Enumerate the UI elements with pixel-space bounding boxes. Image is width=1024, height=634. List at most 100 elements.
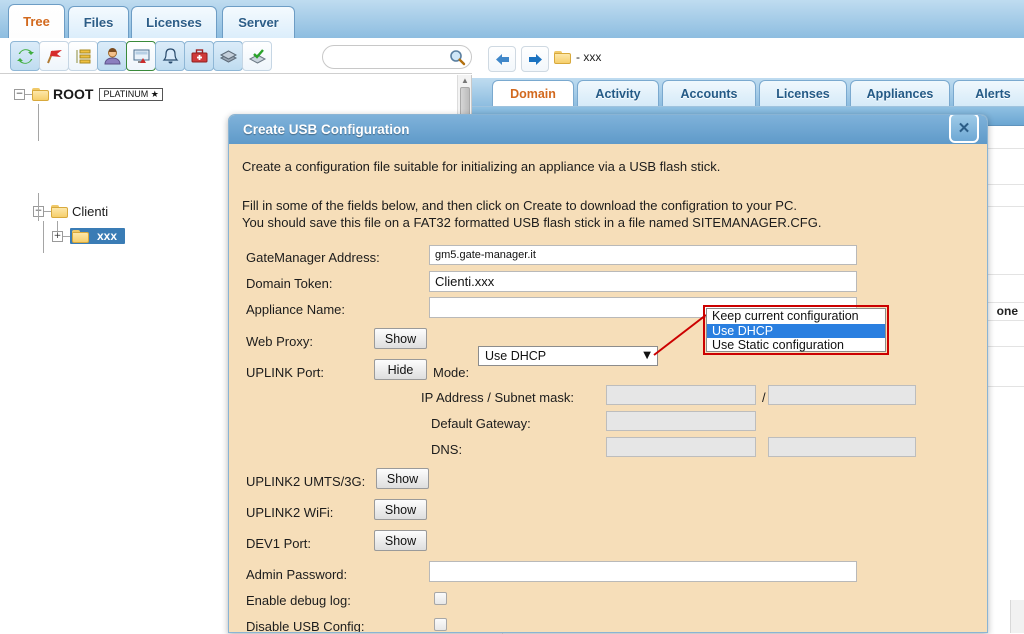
tab-appliances-label: Appliances	[866, 86, 934, 101]
disable-usb-config-checkbox[interactable]	[434, 618, 447, 631]
main-tab-strip: Tree Files Licenses Server	[0, 0, 1024, 38]
mode-dropdown-list[interactable]: Keep current configuration Use DHCP Use …	[706, 308, 886, 352]
main-tab-licenses[interactable]: Licenses	[131, 6, 217, 38]
tree-node-xxx[interactable]: + xxx	[52, 226, 126, 246]
red-flag-icon[interactable]	[39, 41, 69, 71]
admin-password-input[interactable]	[429, 561, 857, 582]
subnet-mask-input[interactable]	[768, 385, 916, 405]
tree-connector-vertical	[43, 221, 44, 253]
search-box[interactable]	[322, 45, 472, 69]
dev1-port-label: DEV1 Port:	[246, 536, 312, 551]
main-tab-server[interactable]: Server	[222, 6, 295, 38]
uplink2-umts-show-button[interactable]: Show	[376, 468, 429, 489]
tree-connector	[44, 210, 51, 212]
default-gateway-label: Default Gateway:	[431, 416, 531, 431]
tab-activity-label: Activity	[595, 86, 641, 101]
dialog-title-bar: Create USB Configuration	[229, 115, 987, 144]
mode-option-use-static[interactable]: Use Static configuration	[707, 338, 885, 353]
tree-node-root-label: ROOT	[53, 86, 94, 102]
ip-address-input[interactable]	[606, 385, 756, 405]
create-usb-configuration-dialog: Create USB Configuration ✕ Create a conf…	[228, 114, 988, 633]
refresh-icon[interactable]	[10, 41, 40, 71]
tree-node-clienti[interactable]: − Clienti	[33, 201, 108, 221]
mode-option-keep-current[interactable]: Keep current configuration	[707, 309, 885, 324]
arrow-right-icon	[528, 53, 542, 65]
chevron-down-icon[interactable]: ▼	[643, 351, 651, 361]
uplink-port-hide-button[interactable]: Hide	[374, 359, 427, 380]
main-tab-tree[interactable]: Tree	[8, 4, 65, 38]
dns-primary-input[interactable]	[606, 437, 756, 457]
nav-forward-button[interactable]	[521, 46, 549, 72]
enable-debug-log-checkbox[interactable]	[434, 592, 447, 605]
briefcase-icon[interactable]	[184, 41, 214, 71]
tab-activity[interactable]: Activity	[577, 80, 659, 106]
tab-accounts-label: Accounts	[680, 86, 738, 101]
uplink2-umts-label: UPLINK2 UMTS/3G:	[246, 474, 366, 489]
dev1-port-show-button[interactable]: Show	[374, 530, 427, 551]
uplink-port-label: UPLINK Port:	[246, 365, 325, 380]
main-tab-files[interactable]: Files	[68, 6, 129, 38]
mode-label: Mode:	[433, 365, 470, 380]
books-icon[interactable]	[213, 41, 243, 71]
tree-expander-xxx[interactable]: +	[52, 230, 63, 242]
dialog-intro-line-3: You should save this file on a FAT32 for…	[242, 215, 822, 230]
uplink2-wifi-label: UPLINK2 WiFi:	[246, 505, 334, 520]
folder-icon	[72, 229, 89, 243]
gatemanager-address-input[interactable]	[429, 245, 857, 265]
nav-back-button[interactable]	[488, 46, 516, 72]
scroll-up-icon[interactable]: ▲	[460, 75, 470, 86]
main-tab-licenses-label: Licenses	[146, 15, 202, 30]
tab-domain[interactable]: Domain	[492, 80, 574, 106]
monitor-icon[interactable]	[126, 41, 156, 71]
tree-connector-vertical	[38, 193, 39, 221]
page-scrollbar[interactable]	[1010, 600, 1024, 633]
book-check-icon[interactable]	[242, 41, 272, 71]
main-tab-tree-label: Tree	[23, 14, 50, 29]
folder-icon	[32, 87, 49, 101]
search-icon[interactable]	[449, 49, 466, 66]
tree-connector-vertical	[38, 104, 39, 141]
disable-usb-config-label: Disable USB Config:	[246, 619, 365, 633]
breadcrumb-label: - xxx	[576, 50, 602, 64]
alert-bell-icon[interactable]	[155, 41, 185, 71]
content-tab-strip: Domain Activity Accounts Licenses Applia…	[472, 78, 1024, 106]
tree-node-xxx-selection[interactable]: xxx	[70, 228, 126, 244]
breadcrumb[interactable]: - xxx	[554, 50, 601, 64]
default-gateway-input[interactable]	[606, 411, 756, 431]
domain-token-input[interactable]	[429, 271, 857, 292]
tree-list-icon[interactable]	[68, 41, 98, 71]
mode-option-use-dhcp[interactable]: Use DHCP	[707, 323, 885, 339]
admin-password-label: Admin Password:	[246, 567, 348, 582]
tab-accounts[interactable]: Accounts	[662, 80, 756, 106]
tree-expander-root[interactable]: −	[14, 88, 25, 100]
domain-token-label: Domain Token:	[246, 276, 333, 291]
tree-node-clienti-label: Clienti	[72, 203, 109, 219]
tree-node-root[interactable]: − ROOT PLATINUM ★	[14, 84, 163, 104]
main-tab-server-label: Server	[238, 15, 279, 30]
enable-debug-log-label: Enable debug log:	[246, 593, 351, 608]
dns-secondary-input[interactable]	[768, 437, 916, 457]
uplink2-wifi-show-button[interactable]: Show	[374, 499, 427, 520]
tree-node-xxx-label: xxx	[97, 229, 118, 243]
ip-subnet-label: IP Address / Subnet mask:	[421, 390, 574, 405]
dialog-intro-line-2: Fill in some of the fields below, and th…	[242, 198, 797, 213]
tab-alerts[interactable]: Alerts	[953, 80, 1024, 106]
gatemanager-address-label: GateManager Address:	[246, 250, 380, 265]
ip-subnet-separator: /	[762, 390, 766, 405]
table-cell-text: one	[996, 304, 1018, 318]
close-icon[interactable]: ✕	[949, 115, 979, 143]
user-icon[interactable]	[97, 41, 127, 71]
tab-appliances[interactable]: Appliances	[850, 80, 950, 106]
tab-licenses[interactable]: Licenses	[759, 80, 847, 106]
web-proxy-label: Web Proxy:	[246, 334, 313, 349]
mode-select[interactable]: Use DHCP ▼	[478, 346, 658, 366]
mode-select-value: Use DHCP	[485, 349, 547, 363]
web-proxy-show-button[interactable]: Show	[374, 328, 427, 349]
arrow-left-icon	[495, 53, 509, 65]
main-tab-files-label: Files	[83, 15, 114, 30]
dialog-intro-line-1: Create a configuration file suitable for…	[242, 159, 721, 174]
tab-alerts-label: Alerts	[975, 86, 1011, 101]
tab-domain-label: Domain	[510, 86, 556, 101]
search-input[interactable]	[331, 47, 451, 69]
dialog-title: Create USB Configuration	[243, 122, 410, 137]
